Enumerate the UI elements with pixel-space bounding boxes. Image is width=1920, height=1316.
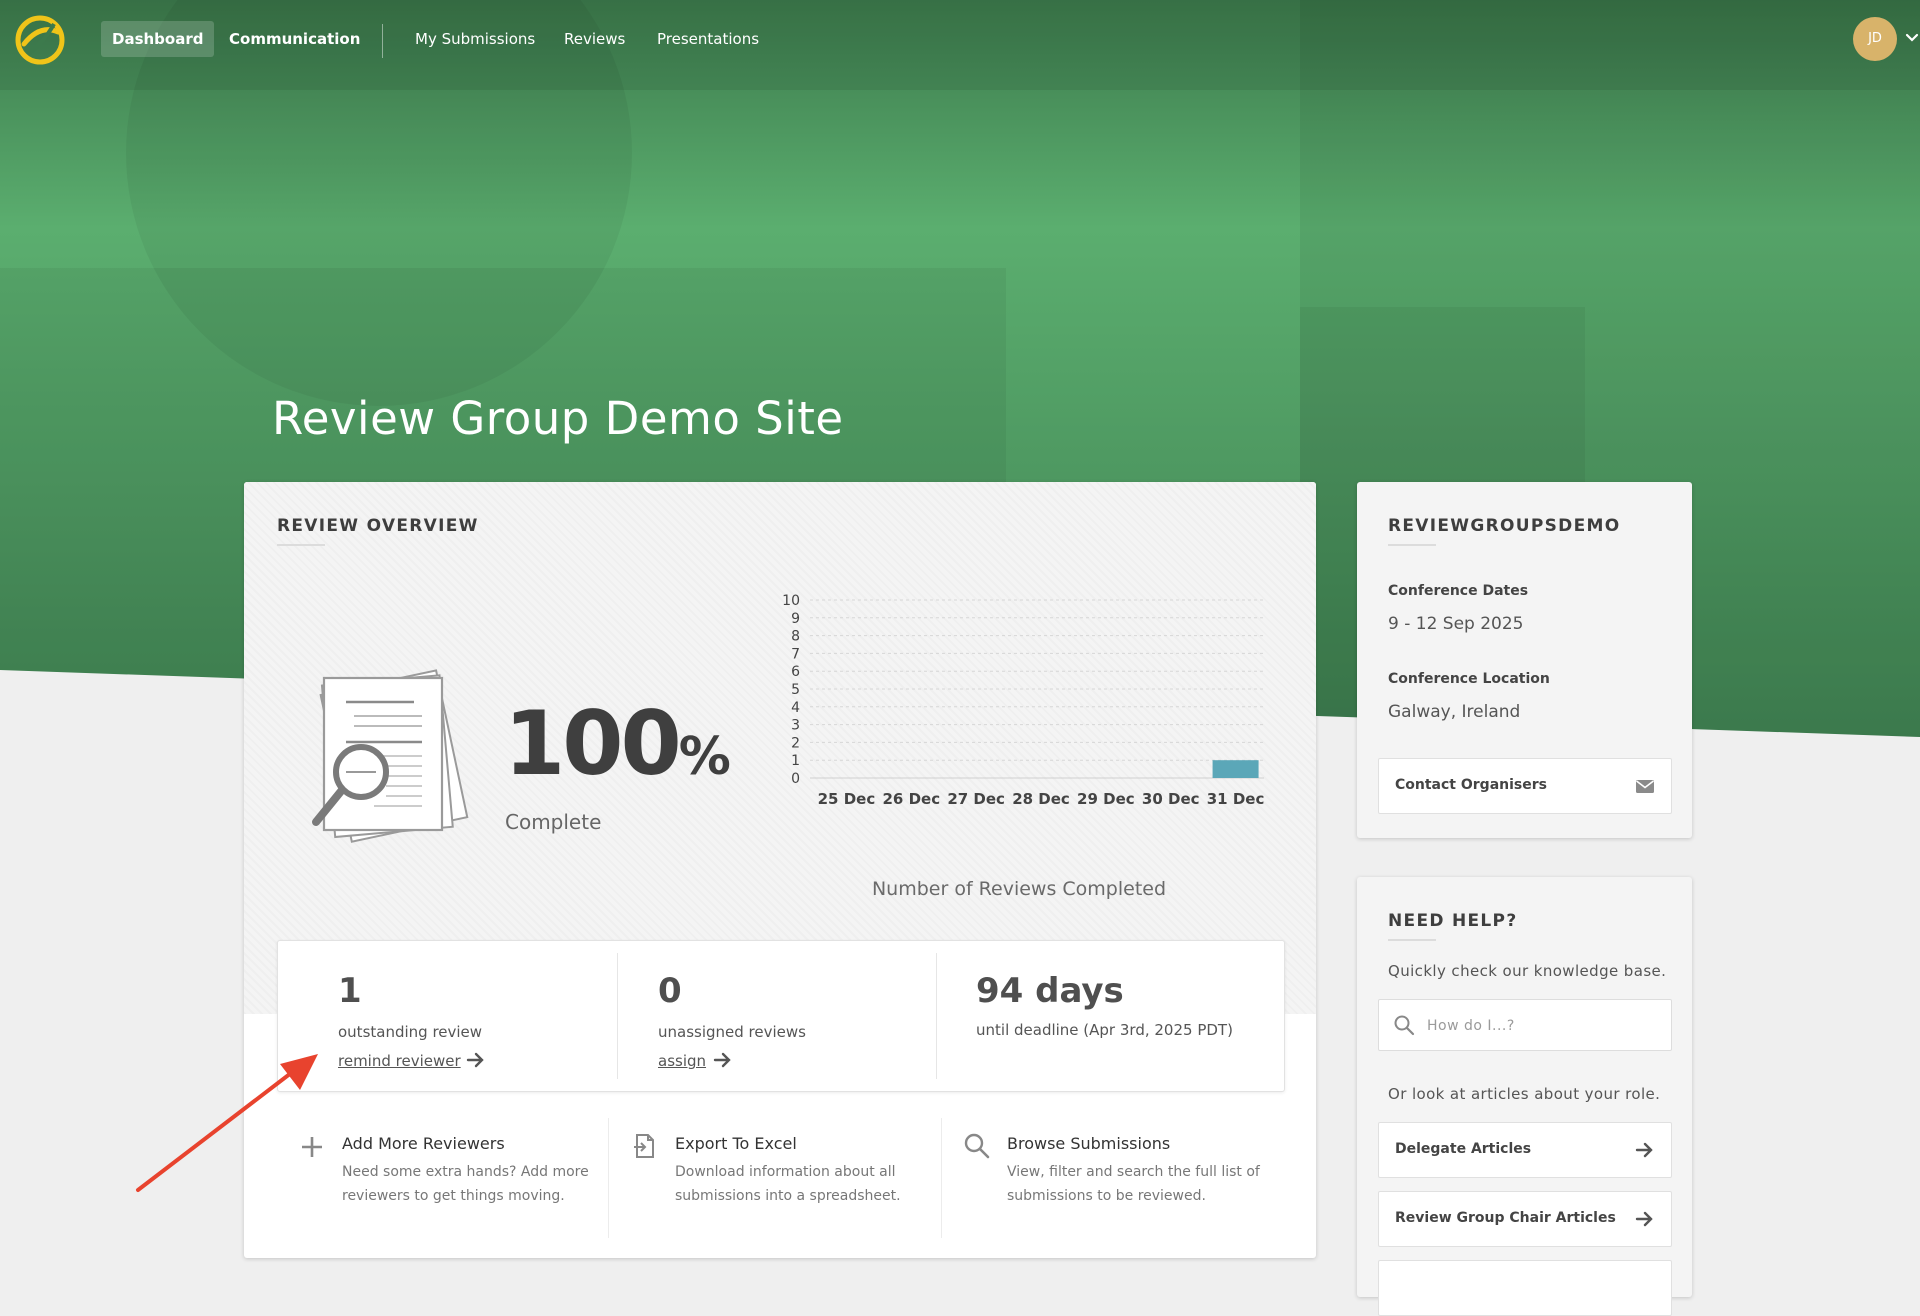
x-tick-label: 29 Dec	[1077, 790, 1135, 808]
title-underline	[1388, 939, 1436, 941]
review-overview-card: REVIEW OVERVIEW 100% Complete 0123456789…	[244, 482, 1316, 1258]
delegate-articles-button[interactable]: Delegate Articles	[1378, 1122, 1672, 1178]
stat-deadline: 94 days until deadline (Apr 3rd, 2025 PD…	[976, 941, 1266, 1091]
completion-percent-value: 100	[504, 692, 682, 795]
avatar[interactable]: JD	[1853, 17, 1897, 61]
x-tick-label: 25 Dec	[818, 790, 876, 808]
contact-organisers-label: Contact Organisers	[1395, 777, 1547, 793]
arrow-right-icon	[1635, 1211, 1653, 1227]
outstanding-label: outstanding review	[338, 1023, 483, 1041]
y-tick-label: 4	[791, 700, 800, 716]
need-help-card: NEED HELP? Quickly check our knowledge b…	[1357, 877, 1692, 1316]
title-underline	[1388, 544, 1436, 546]
title-underline	[277, 544, 325, 546]
completion-percent: 100%	[504, 700, 731, 788]
action-divider	[941, 1118, 942, 1238]
action-title: Add More Reviewers	[342, 1134, 505, 1153]
x-tick-label: 26 Dec	[882, 790, 940, 808]
remind-reviewer-link[interactable]: remind reviewer	[338, 1052, 461, 1070]
articles-intro: Or look at articles about your role.	[1388, 1085, 1661, 1103]
deadline-label: until deadline (Apr 3rd, 2025 PDT)	[976, 1021, 1233, 1039]
arrow-right-icon[interactable]	[713, 1051, 733, 1069]
arrow-right-icon[interactable]	[466, 1051, 486, 1069]
nav-divider	[382, 24, 383, 58]
conference-dates-label: Conference Dates	[1388, 583, 1529, 599]
document-search-icon	[312, 669, 469, 843]
contact-organisers-button[interactable]: Contact Organisers	[1378, 758, 1672, 814]
action-divider	[608, 1118, 609, 1238]
export-to-excel-action[interactable]: Export To Excel Download information abo…	[631, 1132, 931, 1242]
chart-bar	[1212, 760, 1259, 778]
action-description: Need some extra hands? Add more reviewer…	[342, 1164, 589, 1204]
chart-title: Number of Reviews Completed	[871, 878, 1167, 900]
search-icon	[1394, 1015, 1415, 1036]
action-description: View, filter and search the full list of…	[1007, 1164, 1260, 1204]
x-tick-label: 30 Dec	[1142, 790, 1200, 808]
unassigned-label: unassigned reviews	[658, 1023, 806, 1041]
y-tick-label: 2	[791, 735, 800, 751]
nav-reviews[interactable]: Reviews	[553, 21, 636, 57]
nav-communication[interactable]: Communication	[218, 21, 371, 57]
help-intro: Quickly check our knowledge base.	[1388, 962, 1667, 980]
nav-presentations[interactable]: Presentations	[646, 21, 770, 57]
envelope-icon	[1636, 780, 1654, 793]
help-title: NEED HELP?	[1388, 911, 1518, 931]
chevron-down-icon[interactable]	[1904, 30, 1920, 46]
x-tick-label: 27 Dec	[947, 790, 1005, 808]
overview-title: REVIEW OVERVIEW	[277, 516, 479, 536]
y-tick-label: 0	[791, 771, 800, 787]
search-input[interactable]	[1425, 1000, 1667, 1052]
review-group-chair-articles-label: Review Group Chair Articles	[1395, 1210, 1616, 1226]
x-tick-label: 31 Dec	[1207, 790, 1265, 808]
action-description: Download information about all submissio…	[675, 1164, 901, 1204]
unassigned-count: 0	[658, 971, 682, 1011]
page-title: Review Group Demo Site	[272, 392, 844, 445]
arrow-right-icon	[1635, 1142, 1653, 1158]
y-tick-label: 3	[791, 718, 800, 734]
conference-name: REVIEWGROUPSDEMO	[1388, 516, 1621, 536]
reviews-completed-chart: 01234567891025 Dec 26 Dec 27 Dec 28 Dec 29 D…	[782, 593, 1265, 808]
y-tick-label: 9	[791, 611, 800, 627]
logo-icon[interactable]	[14, 14, 66, 66]
stat-outstanding: 1 outstanding review remind reviewer	[338, 941, 598, 1091]
stats-panel: 1 outstanding review remind reviewer 0 u…	[277, 940, 1285, 1092]
stat-unassigned: 0 unassigned reviews assign	[658, 941, 918, 1091]
more-articles-button[interactable]	[1378, 1260, 1672, 1316]
y-tick-label: 10	[782, 593, 800, 609]
delegate-articles-label: Delegate Articles	[1395, 1141, 1532, 1157]
search-icon	[964, 1133, 990, 1159]
conference-info-card: REVIEWGROUPSDEMO Conference Dates 9 - 12…	[1357, 482, 1692, 838]
y-tick-label: 7	[791, 646, 800, 662]
y-tick-label: 5	[791, 682, 800, 698]
stat-divider	[936, 953, 937, 1079]
annotation-arrow	[136, 1054, 318, 1192]
conference-location-label: Conference Location	[1388, 671, 1550, 687]
assign-link[interactable]: assign	[658, 1052, 706, 1070]
review-group-chair-articles-button[interactable]: Review Group Chair Articles	[1378, 1191, 1672, 1247]
nav-my-submissions[interactable]: My Submissions	[404, 21, 546, 57]
add-more-reviewers-action[interactable]: Add More Reviewers Need some extra hands…	[298, 1132, 598, 1242]
browse-submissions-action[interactable]: Browse Submissions View, filter and sear…	[963, 1132, 1273, 1242]
knowledge-base-search	[1378, 999, 1672, 1052]
days-until-deadline: 94 days	[976, 971, 1124, 1011]
x-tick-label: 28 Dec	[1012, 790, 1070, 808]
export-file-icon	[634, 1134, 654, 1158]
action-title: Browse Submissions	[1007, 1134, 1171, 1153]
action-title: Export To Excel	[675, 1134, 797, 1153]
top-nav: Dashboard Communication My Submissions R…	[0, 0, 1920, 80]
stat-divider	[617, 953, 618, 1079]
completion-label: Complete	[505, 810, 602, 834]
y-tick-label: 8	[791, 629, 800, 645]
completion-percent-symbol: %	[678, 727, 731, 787]
y-tick-label: 6	[791, 664, 800, 680]
conference-location-value: Galway, Ireland	[1388, 702, 1521, 722]
conference-dates-value: 9 - 12 Sep 2025	[1388, 614, 1524, 634]
nav-dashboard[interactable]: Dashboard	[101, 21, 215, 57]
outstanding-count: 1	[338, 971, 362, 1011]
y-tick-label: 1	[791, 753, 800, 769]
